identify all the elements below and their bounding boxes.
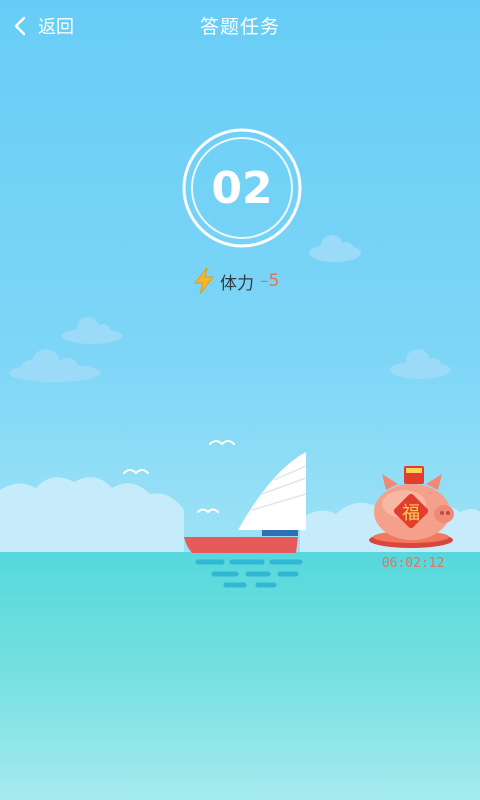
- seagull-icon: [197, 508, 219, 514]
- sea: [0, 552, 480, 800]
- page-title: 答题任务: [199, 16, 280, 38]
- stamina-value: –5: [260, 271, 280, 291]
- question-number: 02: [211, 162, 273, 214]
- seagull-icon: [123, 469, 149, 475]
- fortune-piggy-bank-icon[interactable]: 福: [362, 462, 460, 552]
- svg-text:福: 福: [402, 503, 420, 524]
- cloud-bank-left: [0, 477, 184, 552]
- stamina-indicator: 体力 –5: [192, 266, 279, 296]
- cloud-icon: [309, 235, 361, 262]
- stamina-label: 体力: [220, 273, 254, 294]
- cloud-icon: [9, 349, 101, 382]
- bonus-timer: 06:02:12: [381, 556, 445, 571]
- header-bar: 返回 答题任务: [0, 0, 480, 52]
- answer-task-screen: 返回 答题任务 02 体力 –5 福 06:02:12: [0, 0, 480, 800]
- question-counter: 02: [180, 126, 304, 250]
- lightning-icon: [193, 267, 215, 295]
- cloud-icon: [390, 349, 450, 379]
- seagull-icon: [209, 440, 235, 446]
- cloud-icon: [62, 317, 122, 344]
